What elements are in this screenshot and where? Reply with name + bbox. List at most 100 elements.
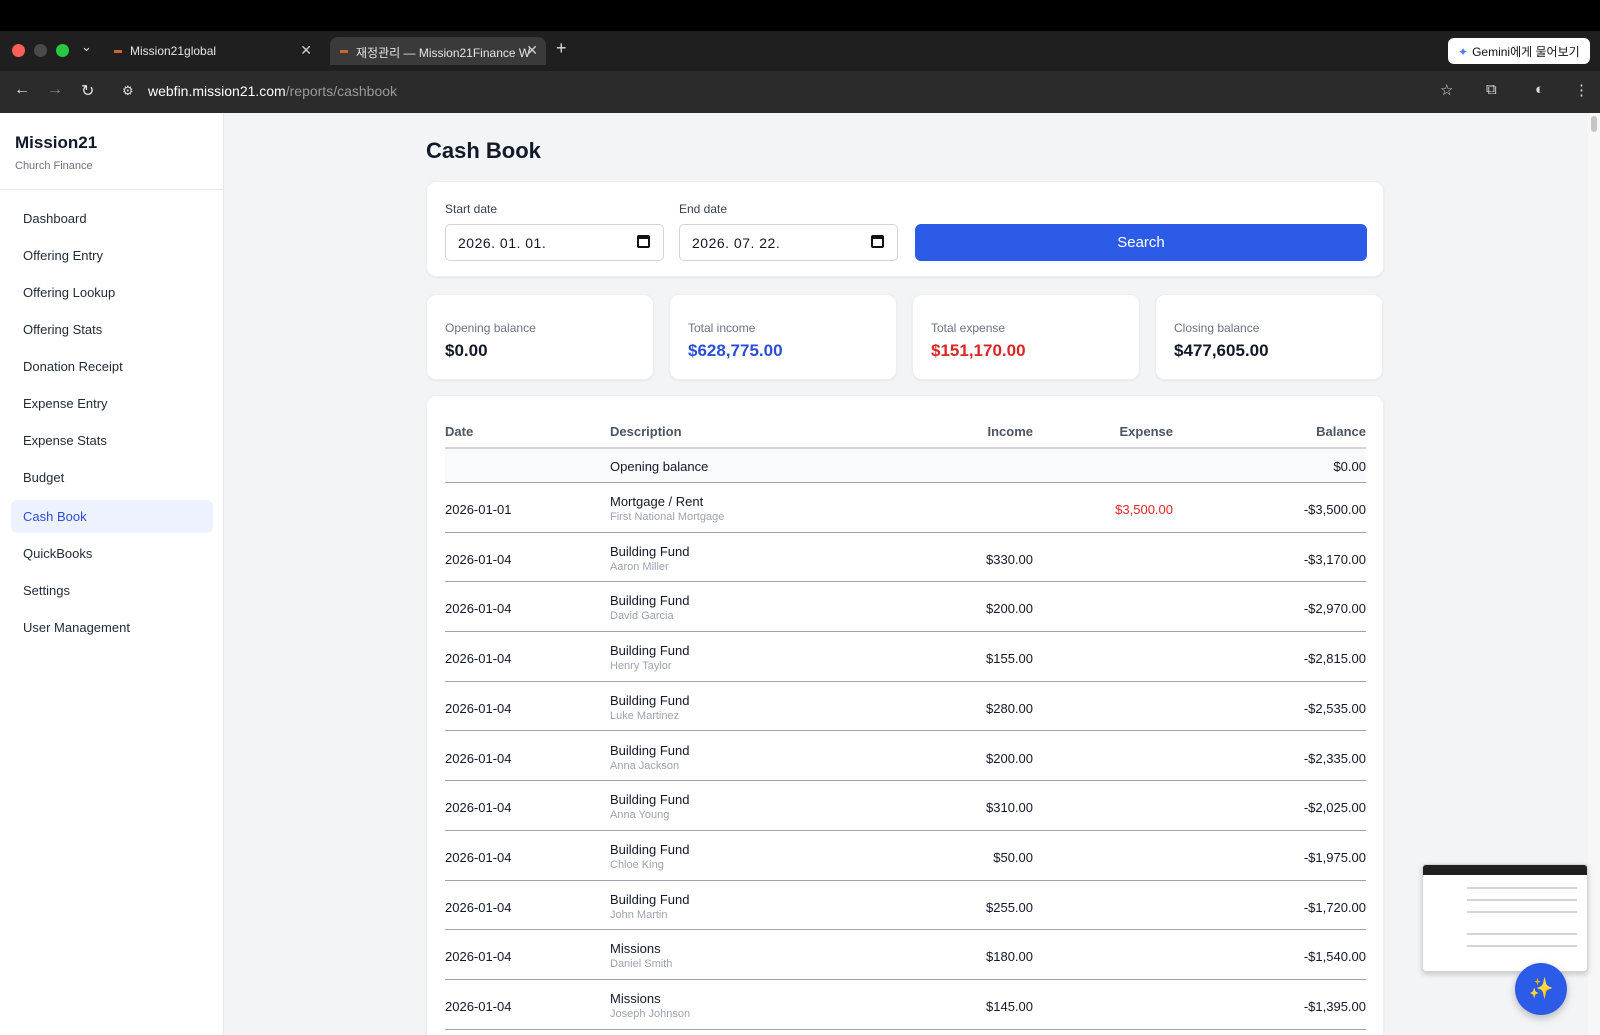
bookmark-star-icon[interactable]: ☆	[1440, 81, 1453, 99]
summary-value: $628,775.00	[688, 341, 783, 360]
cell-payee: Chloe King	[610, 858, 664, 871]
cell-payee: Anna Jackson	[610, 759, 680, 772]
table-row[interactable]: 2026-01-04 Building Fund Henry Taylor $155.…	[445, 633, 1366, 682]
extensions-icon[interactable]: ⧉	[1486, 81, 1497, 98]
cell-balance: -$1,975.00	[1303, 849, 1366, 865]
sidebar-item-dashboard[interactable]: Dashboard	[11, 202, 213, 235]
table-row[interactable]: 2026-01-04 Building Fund Aaron Miller $330.…	[445, 534, 1366, 583]
scroll-thumb[interactable]	[1591, 116, 1597, 132]
sidebar-item-offering-lookup[interactable]: Offering Lookup	[11, 276, 213, 309]
gemini-button[interactable]: ✦ Gemini에게 물어보기	[1448, 38, 1590, 64]
summary-label: Total expense	[931, 321, 1006, 335]
new-tab-plus-icon[interactable]: +	[556, 38, 567, 59]
sidebar-item-cash-book[interactable]: Cash Book	[11, 500, 213, 533]
cell-description: Building Fund	[610, 543, 690, 559]
sidebar-item-quickbooks[interactable]: QuickBooks	[11, 537, 213, 570]
cell-balance: -$2,025.00	[1303, 800, 1366, 816]
brand-subtitle: Church Finance	[15, 160, 93, 172]
sidebar-item-expense-entry[interactable]: Expense Entry	[11, 387, 213, 420]
browser-tab-2[interactable]: 재정관리 — Mission21Finance W ✕	[330, 37, 546, 65]
cell-balance: -$1,720.00	[1303, 899, 1366, 915]
summary-value: $151,170.00	[931, 341, 1026, 360]
table-row[interactable]: 2026-01-04 Building Fund Chloe King $50.00 -…	[445, 832, 1366, 881]
end-date-input[interactable]: 2026. 07. 22.	[679, 224, 898, 261]
page-scrollbar[interactable]	[1588, 113, 1600, 1035]
preview-line	[1467, 899, 1577, 901]
search-button[interactable]: Search	[915, 224, 1367, 261]
cell-date: 2026-01-04	[445, 551, 512, 567]
cell-description: Building Fund	[610, 742, 690, 758]
column-header-date[interactable]: Date	[445, 424, 473, 439]
url-path: /reports/cashbook	[285, 83, 398, 99]
maximize-window-button[interactable]	[56, 44, 69, 57]
cell-date: 2026-01-04	[445, 899, 512, 915]
ai-sparkle-button[interactable]: ✨	[1515, 963, 1567, 1015]
tab-preview-thumbnail[interactable]	[1422, 864, 1588, 972]
summary-card-opening: Opening balance $0.00	[426, 294, 654, 380]
cell-income: $255.00	[986, 899, 1033, 915]
sidebar-item-user-management[interactable]: User Management	[11, 611, 213, 644]
cell-payee: Aaron Miller	[610, 560, 669, 573]
calendar-icon[interactable]	[871, 235, 884, 248]
cell-description: Building Fund	[610, 841, 690, 857]
table-row[interactable]: 2026-01-04 Building Fund David Garcia $200.…	[445, 583, 1366, 633]
brand-title: Mission21	[15, 133, 98, 152]
os-menu-bar	[0, 0, 1600, 31]
browser-tab-1[interactable]: Mission21global ✕	[104, 37, 320, 65]
cell-payee: Joseph Johnson	[610, 1008, 691, 1020]
column-header-income[interactable]: Income	[947, 424, 1033, 439]
sidebar: Mission21 Church Finance Dashboard Offer…	[0, 113, 224, 1035]
minimize-window-button[interactable]	[34, 44, 47, 57]
forward-arrow-icon[interactable]: →	[47, 81, 63, 99]
sidebar-item-settings[interactable]: Settings	[11, 574, 213, 607]
table-row[interactable]: 2026-01-04 Missions Daniel Smith $180.00 -$1…	[445, 931, 1366, 980]
url-field[interactable]: webfin.mission21.com/reports/cashbook	[148, 83, 397, 99]
table-row[interactable]: 2026-01-04 Building Fund Luke Martinez $280…	[445, 683, 1366, 732]
table-row[interactable]: 2026-01-04 Building Fund Anna Young $310.00…	[445, 782, 1366, 831]
cell-balance: -$2,335.00	[1303, 750, 1366, 766]
opening-balance-row: Opening balance $0.00	[445, 449, 1366, 483]
table-row[interactable]: 2026-01-04 Building Fund Anna Jackson $200.…	[445, 733, 1366, 782]
table-row[interactable]: 2026-01-01 Mortgage / Rent First National …	[445, 484, 1366, 533]
calendar-icon[interactable]	[637, 235, 650, 248]
end-date-value: 2026. 07. 22.	[692, 235, 781, 251]
filter-card: Start date 2026. 01. 01. End date 2026. …	[426, 181, 1384, 277]
sidebar-item-budget[interactable]: Budget	[11, 461, 213, 494]
column-header-balance[interactable]: Balance	[1267, 424, 1366, 439]
close-tab-icon[interactable]: ✕	[526, 42, 538, 59]
close-tab-icon[interactable]: ✕	[300, 42, 312, 59]
sidebar-item-expense-stats[interactable]: Expense Stats	[11, 424, 213, 457]
cell-balance: -$1,395.00	[1303, 999, 1366, 1014]
sidebar-item-donation-receipt[interactable]: Donation Receipt	[11, 350, 213, 383]
cell-payee: Henry Taylor	[610, 660, 672, 673]
preview-line	[1467, 945, 1577, 947]
table-row[interactable]: 2026-01-04 Missions Joseph Johnson $145.00 -…	[445, 981, 1366, 1030]
menu-dots-icon[interactable]: ⋮	[1574, 81, 1589, 99]
opening-balance-value: $0.00	[1333, 459, 1366, 474]
divider	[0, 189, 224, 190]
site-settings-icon[interactable]: ⚙	[122, 83, 134, 99]
table-row[interactable]: 2026-01-04 Building Fund John Martin $255.0…	[445, 882, 1366, 931]
tab-strip: ⌄ Mission21global ✕ 재정관리 — Mission21Fina…	[0, 31, 1600, 71]
column-header-expense[interactable]: Expense	[1087, 424, 1173, 439]
gemini-spark-icon: ✦	[1458, 45, 1469, 59]
summary-value: $0.00	[445, 341, 488, 360]
summary-label: Total income	[688, 321, 756, 335]
end-date-label: End date	[679, 202, 728, 216]
cell-income: $155.00	[986, 651, 1033, 667]
cell-date: 2026-01-04	[445, 750, 512, 766]
main-content: Cash Book Start date 2026. 01. 01. End d…	[224, 113, 1588, 1035]
column-header-description[interactable]: Description	[610, 424, 682, 439]
url-host: webfin.mission21.com	[148, 83, 286, 99]
tab-search-chevron-icon[interactable]: ⌄	[81, 39, 92, 55]
cell-income: $330.00	[986, 551, 1033, 567]
start-date-input[interactable]: 2026. 01. 01.	[445, 224, 664, 261]
reload-icon[interactable]: ↻	[81, 81, 94, 101]
sidebar-item-offering-entry[interactable]: Offering Entry	[11, 239, 213, 272]
close-window-button[interactable]	[12, 44, 25, 57]
profile-avatar-icon[interactable]: ◐	[1535, 81, 1544, 98]
back-arrow-icon[interactable]: ←	[14, 81, 30, 99]
cell-date: 2026-01-04	[445, 949, 512, 965]
sidebar-item-offering-stats[interactable]: Offering Stats	[11, 313, 213, 346]
tab-title: Mission21global	[130, 44, 217, 58]
